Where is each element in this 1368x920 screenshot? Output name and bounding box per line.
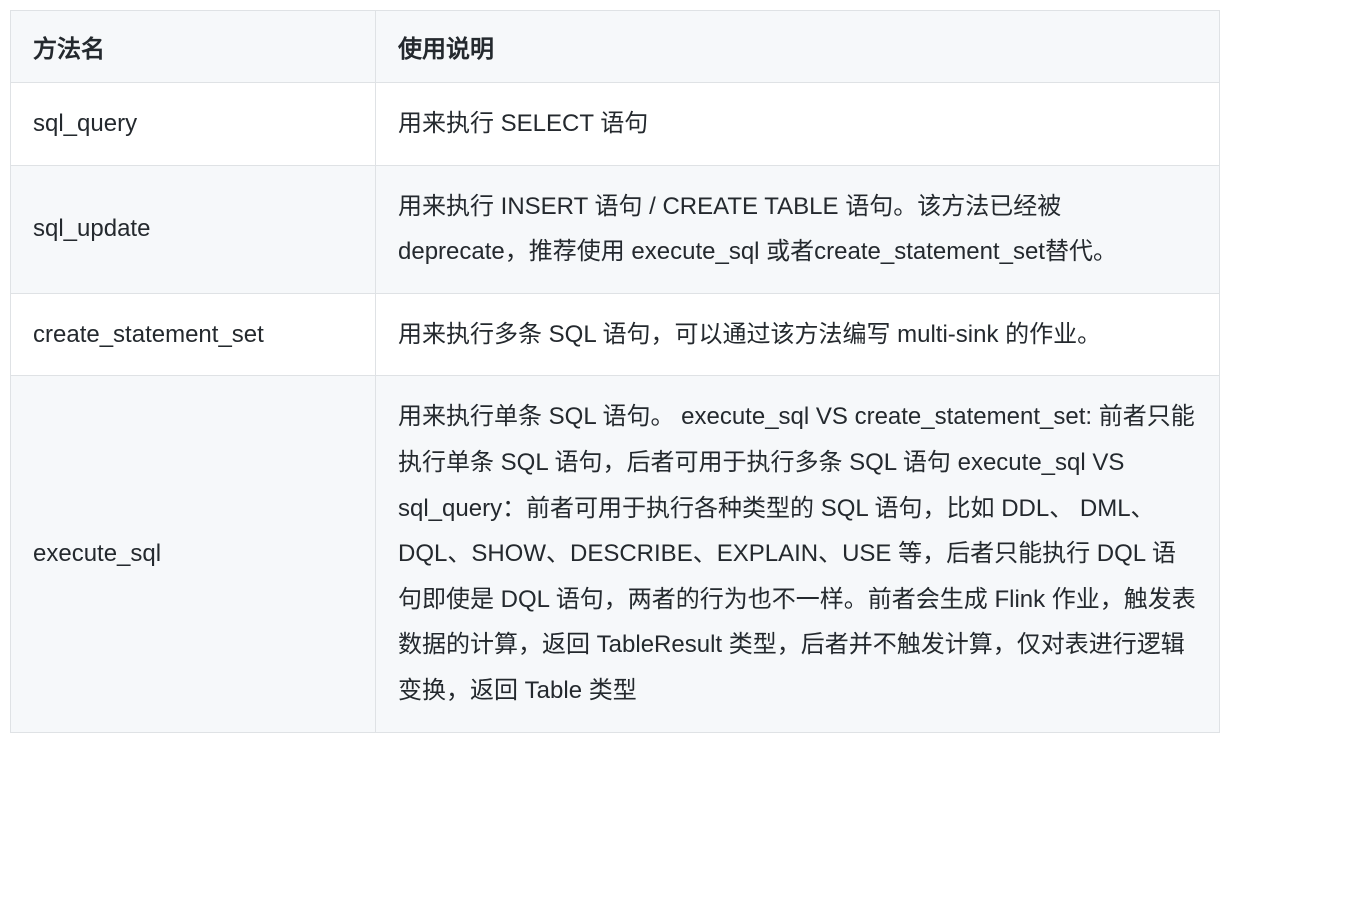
- methods-table: 方法名 使用说明 sql_query 用来执行 SELECT 语句 sql_up…: [10, 10, 1220, 733]
- method-name-cell: execute_sql: [11, 376, 376, 732]
- table-row: sql_update 用来执行 INSERT 语句 / CREATE TABLE…: [11, 165, 1220, 293]
- header-description: 使用说明: [376, 11, 1220, 83]
- method-description-cell: 用来执行 INSERT 语句 / CREATE TABLE 语句。该方法已经被 …: [376, 165, 1220, 293]
- header-method: 方法名: [11, 11, 376, 83]
- table-header-row: 方法名 使用说明: [11, 11, 1220, 83]
- table-row: sql_query 用来执行 SELECT 语句: [11, 83, 1220, 166]
- method-name-cell: create_statement_set: [11, 293, 376, 376]
- method-name-cell: sql_update: [11, 165, 376, 293]
- method-description-cell: 用来执行多条 SQL 语句，可以通过该方法编写 multi-sink 的作业。: [376, 293, 1220, 376]
- method-description-cell: 用来执行单条 SQL 语句。 execute_sql VS create_sta…: [376, 376, 1220, 732]
- method-description-cell: 用来执行 SELECT 语句: [376, 83, 1220, 166]
- method-name-cell: sql_query: [11, 83, 376, 166]
- table-row: execute_sql 用来执行单条 SQL 语句。 execute_sql V…: [11, 376, 1220, 732]
- table-row: create_statement_set 用来执行多条 SQL 语句，可以通过该…: [11, 293, 1220, 376]
